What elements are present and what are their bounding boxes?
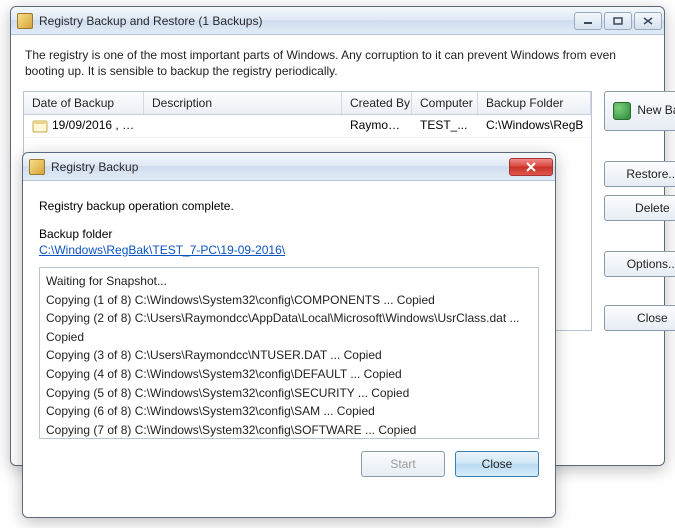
log-line: Copying (3 of 8) C:\Users\Raymondcc\NTUS… [46, 346, 532, 365]
new-backup-button[interactable]: New Backup... [604, 91, 675, 131]
action-sidebar: New Backup... Restore... Delete Options.… [604, 91, 675, 331]
table-row[interactable]: 19/09/2016 , 22:33 Raymon... TEST_... C:… [24, 115, 591, 138]
col-date[interactable]: Date of Backup [24, 92, 144, 114]
maximize-button[interactable] [604, 12, 632, 30]
options-button[interactable]: Options... [604, 251, 675, 277]
col-by[interactable]: Created By [342, 92, 412, 114]
close-icon [525, 162, 537, 172]
close-window-button[interactable] [634, 12, 662, 30]
table-header: Date of Backup Description Created By Co… [24, 92, 591, 115]
operation-message: Registry backup operation complete. [39, 199, 539, 213]
delete-button[interactable]: Delete [604, 195, 675, 221]
cell-by: Raymon... [342, 115, 412, 137]
log-line: Copying (4 of 8) C:\Windows\System32\con… [46, 365, 532, 384]
start-button: Start [361, 451, 445, 477]
col-folder[interactable]: Backup Folder [478, 92, 591, 114]
backup-folder-link[interactable]: C:\Windows\RegBak\TEST_7-PC\19-09-2016\ [39, 243, 285, 257]
col-comp[interactable]: Computer [412, 92, 478, 114]
close-icon [643, 17, 653, 25]
folder-label: Backup folder [39, 227, 539, 241]
restore-button[interactable]: Restore... [604, 161, 675, 187]
modal-titlebar[interactable]: Registry Backup [23, 153, 555, 181]
log-line: Waiting for Snapshot... [46, 272, 532, 291]
modal-dialog: Registry Backup Registry backup operatio… [22, 152, 556, 518]
cell-date: 19/09/2016 , 22:33 [52, 119, 144, 133]
maximize-icon [613, 17, 623, 25]
backup-row-icon [32, 118, 48, 134]
log-line: Copying (7 of 8) C:\Windows\System32\con… [46, 421, 532, 439]
new-backup-label: New Backup... [637, 104, 675, 118]
cell-comp: TEST_... [412, 115, 478, 137]
app-icon [17, 13, 33, 29]
app-icon [29, 159, 45, 175]
cell-folder: C:\Windows\RegB [478, 115, 591, 137]
log-line: Copying (5 of 8) C:\Windows\System32\con… [46, 384, 532, 403]
modal-close-x[interactable] [509, 158, 553, 176]
main-close-button[interactable]: Close [604, 305, 675, 331]
main-title: Registry Backup and Restore (1 Backups) [39, 14, 566, 28]
modal-close-button[interactable]: Close [455, 451, 539, 477]
cell-desc [144, 115, 342, 137]
col-desc[interactable]: Description [144, 92, 342, 114]
log-line: Copying (1 of 8) C:\Windows\System32\con… [46, 291, 532, 310]
minimize-button[interactable] [574, 12, 602, 30]
minimize-icon [583, 17, 593, 25]
log-output[interactable]: Waiting for Snapshot...Copying (1 of 8) … [39, 267, 539, 439]
main-titlebar[interactable]: Registry Backup and Restore (1 Backups) [11, 7, 664, 35]
log-line: Copying (6 of 8) C:\Windows\System32\con… [46, 402, 532, 421]
modal-title: Registry Backup [51, 160, 501, 174]
new-backup-icon [613, 102, 631, 120]
intro-text: The registry is one of the most importan… [25, 47, 650, 79]
log-line: Copying (2 of 8) C:\Users\Raymondcc\AppD… [46, 309, 532, 346]
